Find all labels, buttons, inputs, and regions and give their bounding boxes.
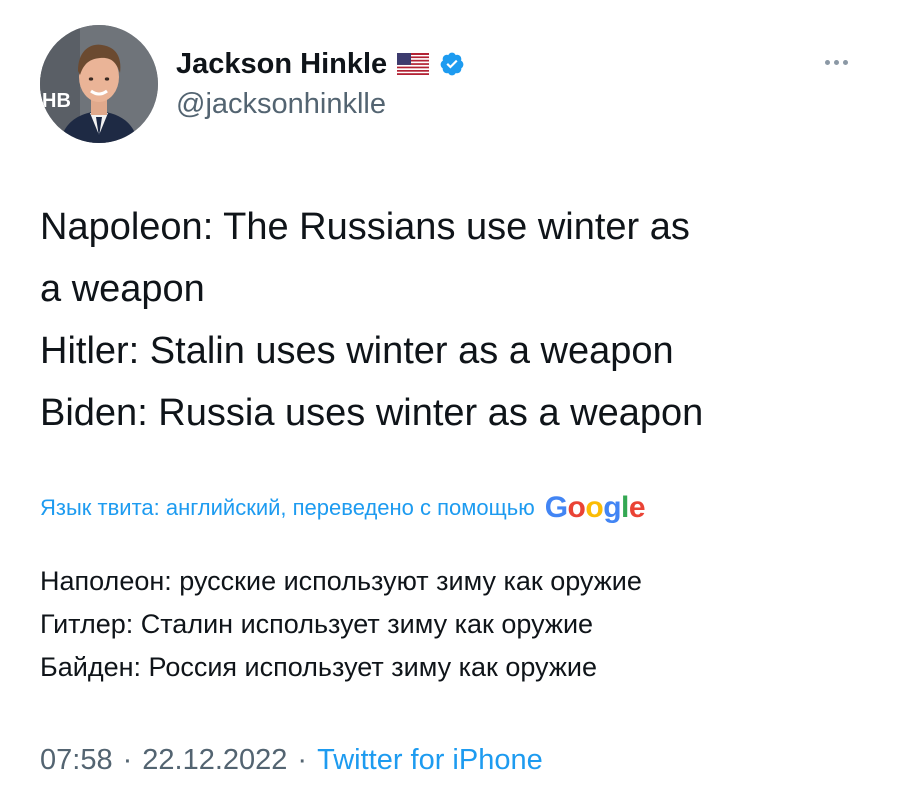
translated-line: Гитлер: Сталин использует зиму как оружи… xyxy=(40,609,594,639)
google-logo-letter: g xyxy=(603,491,622,524)
tweet-line: Biden: Russia uses winter as a weapon xyxy=(40,392,704,434)
author-display-name[interactable]: Jackson Hinkle xyxy=(176,48,387,81)
translated-line: Наполеон: русские используют зиму как ор… xyxy=(40,566,642,596)
tweet-source-link[interactable]: Twitter for iPhone xyxy=(317,744,543,777)
tweet-line: Napoleon: The Russians use winter as xyxy=(40,206,690,248)
verified-badge-icon xyxy=(439,51,465,77)
translated-text: Наполеон: русские используют зиму как ор… xyxy=(40,560,870,689)
more-dot xyxy=(842,59,848,65)
google-logo-letter: o xyxy=(567,491,586,524)
avatar-photo: HB xyxy=(40,25,158,143)
google-logo-letter: o xyxy=(585,491,604,524)
google-logo-letter: e xyxy=(628,491,646,524)
tweet-metadata: 07:58 · 22.12.2022 · Twitter for iPhone xyxy=(40,740,543,780)
more-options-icon[interactable] xyxy=(816,50,856,74)
tweet-text: Napoleon: The Russians use winter as a w… xyxy=(40,196,870,444)
author-handle[interactable]: @jacksonhinklle xyxy=(176,88,386,121)
google-logo-letter: l xyxy=(621,491,629,524)
avatar[interactable]: HB xyxy=(40,25,158,143)
tweet-line: Hitler: Stalin uses winter as a weapon xyxy=(40,330,674,372)
translation-label[interactable]: Язык твита: английский, переведено с пом… xyxy=(40,495,535,521)
more-dot xyxy=(824,59,830,65)
translation-attribution: Язык твита: английский, переведено с пом… xyxy=(40,488,646,528)
more-dot xyxy=(833,59,839,65)
google-logo-letter: G xyxy=(544,491,568,524)
avatar-backdrop-text: HB xyxy=(42,90,71,112)
meta-separator: · xyxy=(297,743,308,776)
us-flag-icon xyxy=(397,53,430,75)
tweet-date[interactable]: 22.12.2022 xyxy=(142,744,287,777)
tweet-line: a weapon xyxy=(40,268,205,310)
google-logo: Google xyxy=(544,491,646,524)
tweet-time[interactable]: 07:58 xyxy=(40,744,113,777)
translated-line: Байден: Россия использует зиму как оружи… xyxy=(40,652,598,682)
author-name-row: Jackson Hinkle xyxy=(176,44,465,84)
meta-separator: · xyxy=(122,743,133,776)
